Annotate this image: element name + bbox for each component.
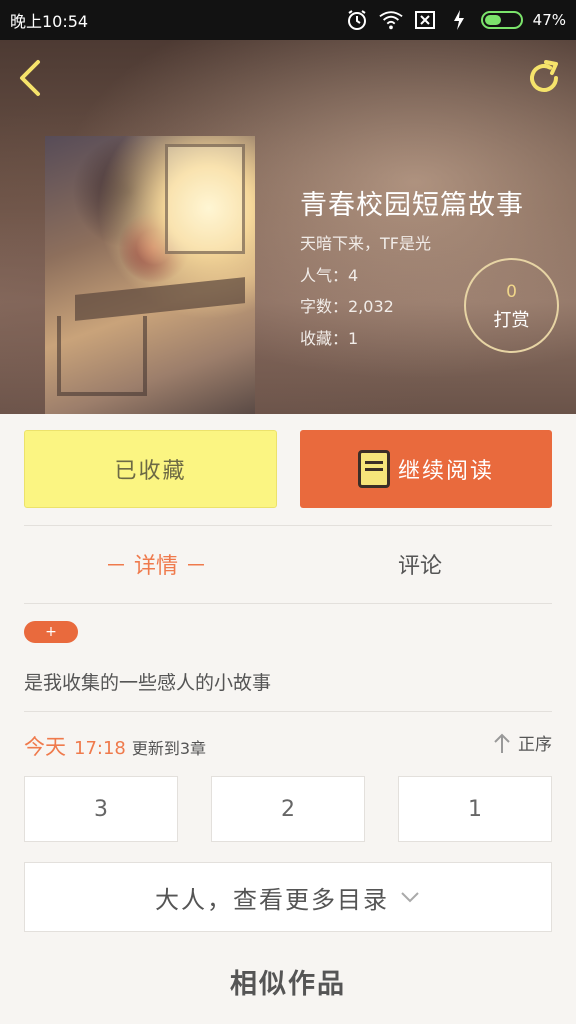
book-favorites: 收藏：1 — [300, 329, 359, 348]
status-icons: 47% — [345, 8, 566, 32]
tab-details[interactable]: － 详情 － — [24, 548, 288, 584]
tab-comments[interactable]: 评论 — [288, 548, 552, 584]
book-header: 青春校园短篇故事 天暗下来，TF是光 人气：4 字数：2,032 收藏：1 0 … — [0, 40, 576, 414]
chapter-button[interactable]: 3 — [24, 776, 178, 842]
continue-reading-button[interactable]: 继续阅读 — [300, 430, 552, 508]
up-arrow-icon — [494, 733, 510, 753]
divider — [24, 711, 552, 712]
reward-button[interactable]: 0 打赏 — [464, 258, 559, 353]
book-icon — [357, 450, 390, 488]
book-word-count: 字数：2,032 — [300, 297, 394, 316]
battery-percent: 47% — [532, 11, 566, 29]
status-bar: 晚上10:54 47% — [0, 0, 576, 40]
alarm-icon — [345, 8, 369, 32]
sort-order-button[interactable]: 正序 — [492, 730, 552, 755]
wifi-icon — [379, 8, 403, 32]
collected-button[interactable]: 已收藏 — [24, 430, 277, 508]
refresh-icon — [530, 60, 558, 92]
update-day: 今天 — [24, 734, 66, 759]
reward-label: 打赏 — [493, 310, 530, 331]
charging-icon — [447, 8, 471, 32]
similar-works-title: 相似作品 — [230, 969, 346, 1000]
no-sim-icon — [413, 8, 437, 32]
book-description: 是我收集的一些感人的小故事 — [24, 672, 272, 694]
chapter-button[interactable]: 1 — [398, 776, 552, 842]
book-author[interactable]: 天暗下来，TF是光 — [300, 230, 431, 254]
book-title: 青春校园短篇故事 — [300, 190, 524, 221]
cover-window-illustration — [165, 144, 245, 254]
divider — [24, 525, 552, 526]
battery-icon — [480, 11, 523, 29]
divider — [24, 603, 552, 604]
chevron-down-icon — [401, 892, 419, 903]
cover-desk-illustration — [75, 277, 245, 321]
refresh-button[interactable] — [524, 58, 564, 98]
update-status: 更新到3章 — [131, 738, 207, 758]
collected-label: 已收藏 — [114, 459, 187, 484]
update-info: 今天 17:18 更新到3章 正序 — [24, 730, 552, 759]
status-time: 晚上10:54 — [10, 12, 89, 31]
tag-add-button[interactable]: + — [24, 621, 78, 643]
chapter-button[interactable]: 2 — [211, 776, 365, 842]
update-time: 17:18 — [74, 737, 126, 759]
continue-reading-label: 继续阅读 — [397, 459, 494, 484]
battery-level — [484, 15, 501, 25]
more-catalog-label: 大人，查看更多目录 — [155, 885, 389, 914]
more-catalog-button[interactable]: 大人，查看更多目录 — [24, 862, 552, 932]
book-popularity: 人气：4 — [300, 266, 359, 285]
sort-order-label: 正序 — [518, 735, 552, 755]
back-button[interactable] — [14, 58, 48, 98]
book-cover-image[interactable] — [45, 136, 255, 414]
cover-chair-illustration — [57, 316, 147, 396]
back-chevron-icon — [20, 60, 40, 96]
reward-count: 0 — [506, 282, 517, 302]
